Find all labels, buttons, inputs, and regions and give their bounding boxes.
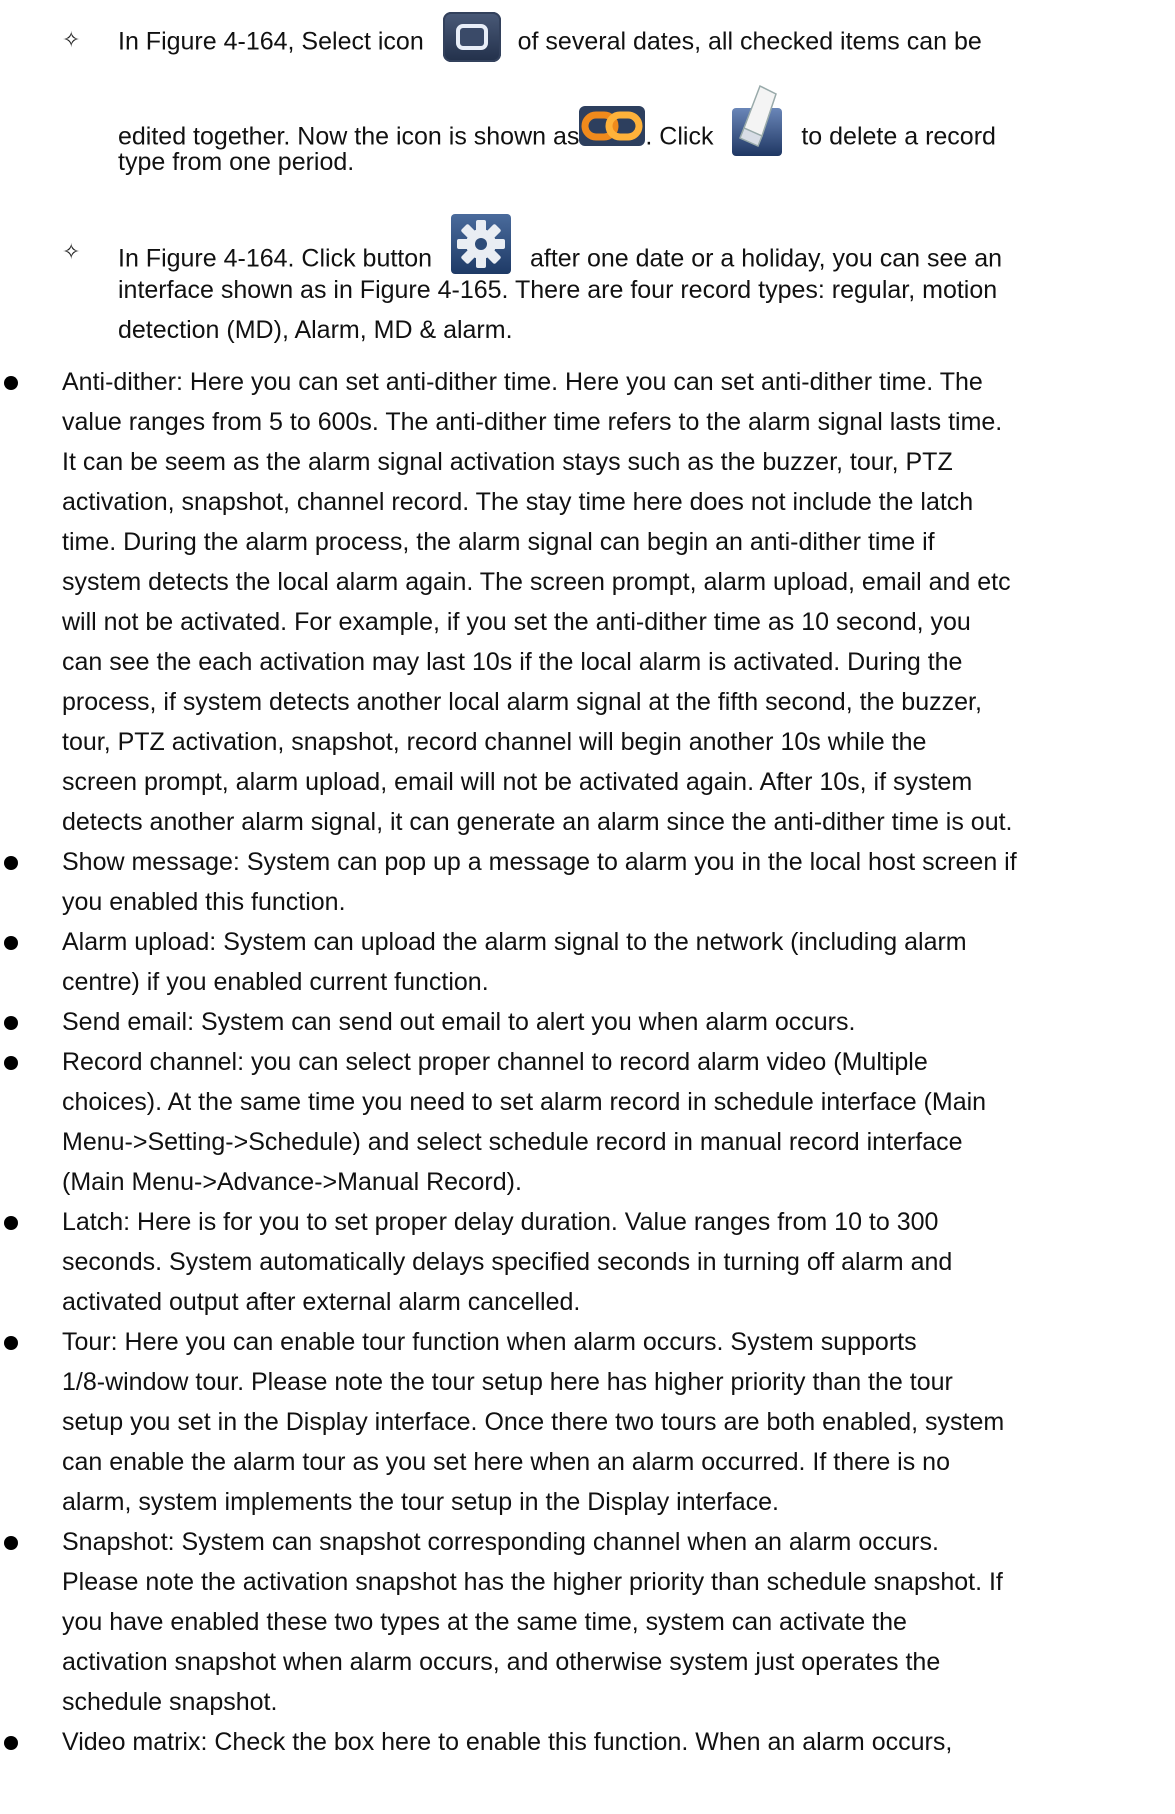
list-item-line: screen prompt, alarm upload, email will …	[62, 768, 973, 796]
sub-item-line: interface shown as in Figure 4-165. Ther…	[118, 276, 998, 304]
bullet-dot-icon	[4, 376, 18, 390]
list-item-line: Show message: System can pop up a messag…	[62, 848, 1017, 876]
list-item-line: choices). At the same time you need to s…	[62, 1088, 987, 1116]
list-item-line: Please note the activation snapshot has …	[62, 1568, 1003, 1596]
list-item-line: Alarm upload: System can upload the alar…	[62, 928, 967, 956]
list-item-line: setup you set in the Display interface. …	[62, 1408, 1005, 1436]
bullet-dot-icon	[4, 1216, 18, 1230]
list-item-line: Menu->Setting->Schedule) and select sche…	[62, 1128, 963, 1156]
list-item-line: Anti-dither: Here you can set anti-dithe…	[62, 368, 983, 396]
diamond-bullet-icon: ✧	[62, 240, 81, 265]
list-item-line: time. During the alarm process, the alar…	[62, 528, 935, 556]
sub-item-line: type from one period.	[118, 148, 355, 176]
list-item-line: Tour: Here you can enable tour function …	[62, 1328, 917, 1356]
diamond-bullet-icon: ✧	[62, 28, 81, 53]
list-item-line: alarm, system implements the tour setup …	[62, 1488, 779, 1516]
list-item-line: activation, snapshot, channel record. Th…	[62, 488, 974, 516]
list-item-line: Record channel: you can select proper ch…	[62, 1048, 928, 1076]
list-item-line: centre) if you enabled current function.	[62, 968, 489, 996]
list-item-line: you have enabled these two types at the …	[62, 1608, 907, 1636]
list-item-line: seconds. System automatically delays spe…	[62, 1248, 953, 1276]
list-item-line: Snapshot: System can snapshot correspond…	[62, 1528, 939, 1556]
bullet-dot-icon	[4, 1736, 18, 1750]
window-select-icon	[442, 12, 501, 62]
list-item-line: 1/8-window tour. Please note the tour se…	[62, 1368, 953, 1396]
list-item-line: process, if system detects another local…	[62, 688, 982, 716]
list-item-line: activation snapshot when alarm occurs, a…	[62, 1648, 941, 1676]
list-item-line: will not be activated. For example, if y…	[62, 608, 971, 636]
list-item-line: detects another alarm signal, it can gen…	[62, 808, 1013, 836]
list-item-line: system detects the local alarm again. Th…	[62, 568, 1011, 596]
list-item-line: can see the each activation may last 10s…	[62, 648, 963, 676]
bullet-dot-icon	[4, 1536, 18, 1550]
sub-item-line: detection (MD), Alarm, MD & alarm.	[118, 316, 513, 344]
sub-item-line: In Figure 4-164, Select icon of several …	[118, 12, 1142, 68]
list-item-line: tour, PTZ activation, snapshot, record c…	[62, 728, 927, 756]
bullet-dot-icon	[4, 1056, 18, 1070]
manual-page: ✧ In Figure 4-164, Select icon of severa…	[0, 0, 1175, 1814]
list-item-line: Video matrix: Check the box here to enab…	[62, 1728, 953, 1756]
gear-icon	[451, 214, 512, 274]
list-item-line: schedule snapshot.	[62, 1688, 278, 1716]
list-item-line: value ranges from 5 to 600s. The anti-di…	[62, 408, 1003, 436]
list-item-line: can enable the alarm tour as you set her…	[62, 1448, 950, 1476]
bullet-dot-icon	[4, 1336, 18, 1350]
list-item-line: (Main Menu->Advance->Manual Record).	[62, 1168, 522, 1196]
bullet-dot-icon	[4, 1016, 18, 1030]
bullet-dot-icon	[4, 856, 18, 870]
bullet-dot-icon	[4, 936, 18, 950]
chain-link-icon	[579, 106, 646, 146]
list-item-line: you enabled this function.	[62, 888, 346, 916]
list-item-line: It can be seem as the alarm signal activ…	[62, 448, 953, 476]
list-item-line: Send email: System can send out email to…	[62, 1008, 856, 1036]
list-item-line: activated output after external alarm ca…	[62, 1288, 581, 1316]
list-item-line: Latch: Here is for you to set proper del…	[62, 1208, 939, 1236]
